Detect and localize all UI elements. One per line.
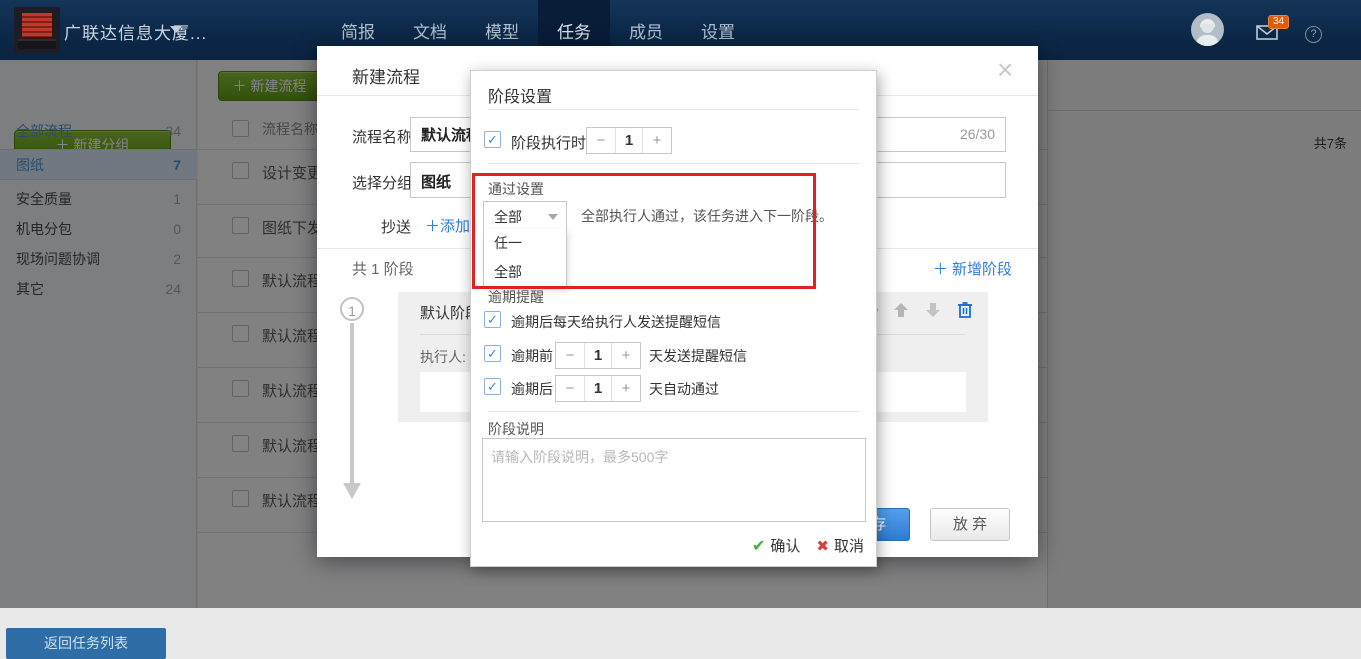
auto-pass-pre-label: 逾期后 (511, 379, 553, 399)
notification-badge: 34 (1268, 15, 1289, 29)
stage-description-label: 阶段说明 (488, 419, 544, 439)
stepper-value: 1 (584, 343, 612, 368)
add-cc-button[interactable]: ＋添加 (425, 215, 470, 236)
overdue-section-label: 逾期提醒 (488, 287, 544, 307)
auto-pass-stepper: − 1 + (555, 375, 641, 402)
char-counter: 26/30 (960, 126, 995, 142)
cc-label: 抄送 (381, 216, 411, 237)
move-up-icon[interactable] (892, 301, 910, 319)
discard-button[interactable]: 放 弃 (930, 508, 1010, 541)
back-to-task-list-button[interactable]: 返回任务列表 (6, 628, 166, 659)
remind-before-pre-label: 逾期前 (511, 346, 553, 366)
pass-mode-dropdown: 任一 全部 (483, 229, 567, 288)
remind-before-post-label: 天发送提醒短信 (649, 346, 747, 366)
executor-label: 执行人: (420, 347, 466, 367)
user-avatar[interactable] (1191, 13, 1224, 46)
group-select-value: 图纸 (421, 171, 451, 192)
dropdown-option-all[interactable]: 全部 (484, 258, 566, 287)
auto-pass-checkbox[interactable]: ✓ (484, 378, 501, 395)
pass-section-label: 通过设置 (488, 179, 544, 199)
stage-number-badge: 1 (340, 297, 364, 321)
stage-timeline (350, 323, 354, 483)
exec-time-stepper: − 1 + (586, 127, 672, 154)
stage-timeline-arrow (343, 483, 361, 499)
pass-mode-description: 全部执行人通过，该任务进入下一阶段。 (581, 206, 833, 226)
divider (488, 411, 859, 412)
confirm-button[interactable]: ✔ 确认 (752, 535, 800, 556)
project-switcher[interactable]: 广联达信息大厦... (64, 19, 207, 44)
plus-button[interactable]: + (612, 376, 640, 401)
remind-before-checkbox[interactable]: ✓ (484, 345, 501, 362)
check-icon: ✔ (752, 536, 765, 556)
minus-button[interactable]: − (556, 343, 584, 368)
stage-actions (860, 301, 974, 319)
stepper-value: 1 (615, 128, 643, 153)
confirm-label: 确认 (770, 535, 800, 556)
modal-title: 阶段设置 (488, 83, 552, 107)
pass-mode-select[interactable]: 全部 (483, 201, 567, 230)
stage-settings-modal: 阶段设置 ✓ 阶段执行时间: − 1 + 通过设置 全部 全部执行人通过，该任务… (470, 70, 877, 567)
cancel-button[interactable]: ✖ 取消 (816, 535, 864, 556)
pass-mode-value: 全部 (494, 207, 522, 227)
stepper-value: 1 (584, 376, 612, 401)
stage-description-textarea[interactable] (482, 438, 866, 522)
avatar-body (1196, 35, 1219, 46)
move-down-icon[interactable] (924, 301, 942, 319)
minus-button[interactable]: − (587, 128, 615, 153)
exec-time-checkbox[interactable]: ✓ (484, 131, 501, 148)
app-logo (14, 7, 60, 53)
overdue-daily-checkbox[interactable]: ✓ (484, 311, 501, 328)
building-base (18, 39, 56, 49)
auto-pass-post-label: 天自动通过 (649, 379, 719, 399)
stage-count-label: 共 1 阶段 (352, 258, 414, 279)
trash-icon[interactable] (956, 301, 974, 319)
modal-title: 新建流程 (352, 63, 420, 88)
chevron-down-icon[interactable] (170, 26, 182, 33)
minus-button[interactable]: − (556, 376, 584, 401)
x-icon: ✖ (816, 537, 829, 555)
plus-button[interactable]: + (612, 343, 640, 368)
remind-before-stepper: − 1 + (555, 342, 641, 369)
building-graphic (22, 13, 52, 37)
add-stage-button[interactable]: ＋ 新增阶段 (933, 258, 1012, 279)
divider (488, 163, 859, 164)
dropdown-option-any[interactable]: 任一 (484, 229, 566, 258)
overdue-daily-label: 逾期后每天给执行人发送提醒短信 (511, 312, 721, 332)
help-icon[interactable]: ? (1305, 26, 1322, 43)
cancel-label: 取消 (834, 535, 864, 556)
plus-button[interactable]: + (643, 128, 671, 153)
group-label: 选择分组 (352, 172, 412, 193)
stage-settings-footer: ✔ 确认 ✖ 取消 (752, 535, 864, 556)
flow-name-label: 流程名称 (352, 126, 412, 147)
chevron-down-icon (548, 214, 558, 220)
divider (488, 109, 859, 110)
close-icon[interactable]: × (997, 56, 1013, 84)
avatar-head (1201, 24, 1214, 33)
